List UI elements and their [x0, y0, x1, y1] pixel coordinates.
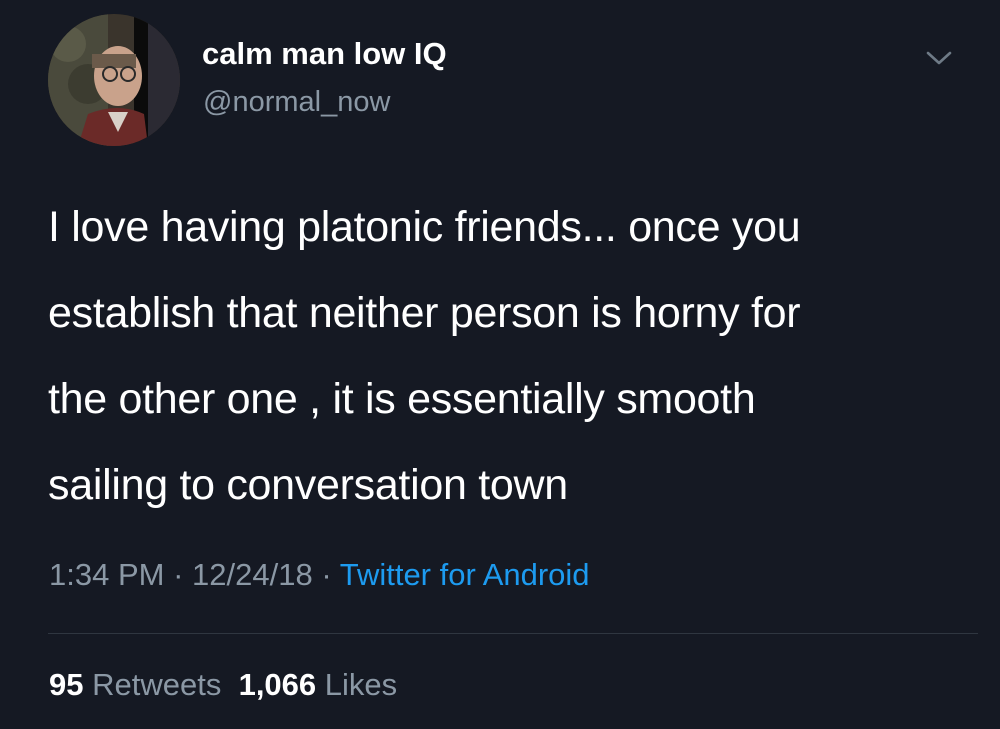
- tweet-text-line: establish that neither person is horny f…: [48, 289, 801, 337]
- tweet-text-line: I love having platonic friends... once y…: [48, 203, 801, 251]
- tweet-stats: 95 Retweets 1,066 Likes: [49, 667, 397, 703]
- divider: [48, 633, 978, 634]
- tweet-text: I love having platonic friends... once y…: [48, 184, 968, 528]
- tweet-card: calm man low IQ @normal_now I love havin…: [0, 0, 1000, 729]
- tweet-text-line: the other one , it is essentially smooth: [48, 375, 756, 423]
- tweet-text-line: sailing to conversation town: [48, 461, 568, 509]
- retweets-count: 95: [49, 667, 84, 702]
- tweet-source-link[interactable]: Twitter for Android: [340, 557, 590, 592]
- avatar[interactable]: [48, 14, 180, 146]
- author-display-name[interactable]: calm man low IQ: [202, 36, 447, 72]
- meta-separator: ·: [173, 557, 184, 592]
- likes-stat[interactable]: 1,066 Likes: [239, 667, 398, 702]
- avatar-image: [48, 14, 180, 146]
- likes-count: 1,066: [238, 667, 317, 702]
- meta-separator: ·: [321, 557, 332, 592]
- tweet-meta: 1:34 PM · 12/24/18 · Twitter for Android: [49, 557, 590, 593]
- likes-label: Likes: [324, 667, 398, 702]
- chevron-down-icon[interactable]: [920, 44, 958, 72]
- retweets-label: Retweets: [92, 667, 222, 702]
- author-handle[interactable]: @normal_now: [203, 86, 390, 119]
- tweet-date[interactable]: 12/24/18: [192, 557, 313, 592]
- tweet-time[interactable]: 1:34 PM: [49, 557, 164, 592]
- retweets-stat[interactable]: 95 Retweets: [49, 667, 221, 702]
